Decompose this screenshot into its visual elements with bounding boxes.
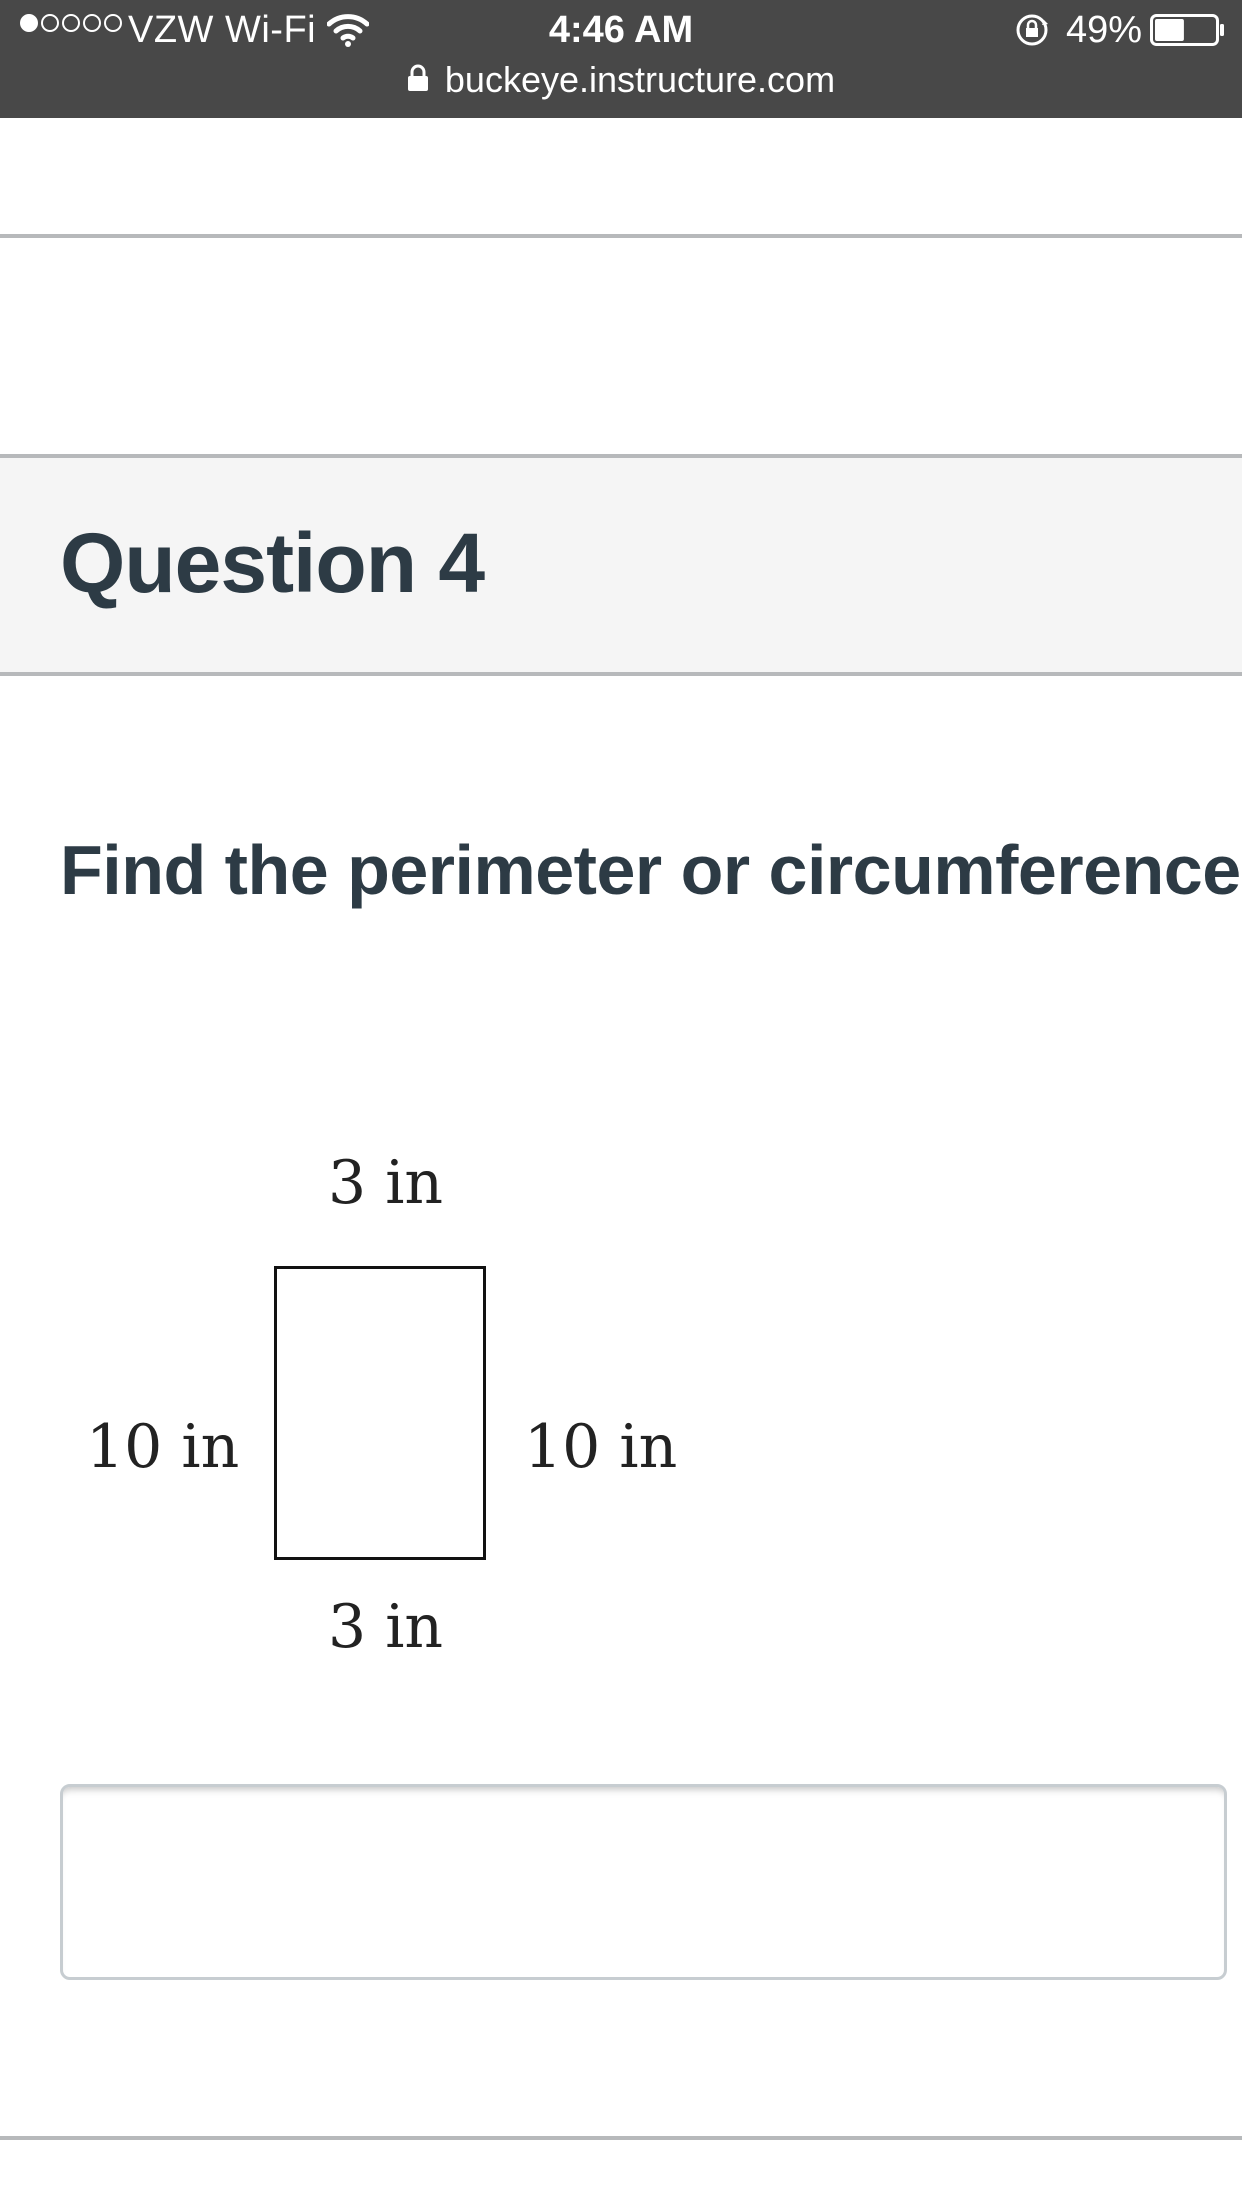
battery-percent: 49% xyxy=(1066,9,1143,51)
divider xyxy=(0,454,1242,458)
page-url: buckeye.instructure.com xyxy=(444,59,836,100)
battery-fill xyxy=(1155,19,1184,41)
divider xyxy=(0,234,1242,238)
padlock-icon xyxy=(407,65,428,92)
rectangle-shape xyxy=(274,1266,486,1560)
question-title: Question 4 xyxy=(60,516,485,610)
battery-icon xyxy=(1150,14,1224,46)
left-side-label: 10 in xyxy=(86,1412,240,1482)
question-prompt: Find the perimeter or circumference. xyxy=(60,831,1242,909)
rotation-lock-icon xyxy=(1016,14,1048,46)
bottom-side-label: 3 in xyxy=(328,1592,444,1662)
right-side-label: 10 in xyxy=(524,1412,678,1482)
status-time: 4:46 AM xyxy=(548,9,694,51)
answer-input[interactable] xyxy=(60,1784,1227,1980)
top-side-label: 3 in xyxy=(328,1148,444,1218)
divider xyxy=(0,2136,1242,2140)
address-bar[interactable]: buckeye.instructure.com xyxy=(0,56,1242,104)
divider xyxy=(0,672,1242,676)
question-header: Question 4 xyxy=(0,458,1242,672)
status-bar: VZW Wi-Fi 4:46 AM 49% buckeye.instructur… xyxy=(0,0,1242,118)
